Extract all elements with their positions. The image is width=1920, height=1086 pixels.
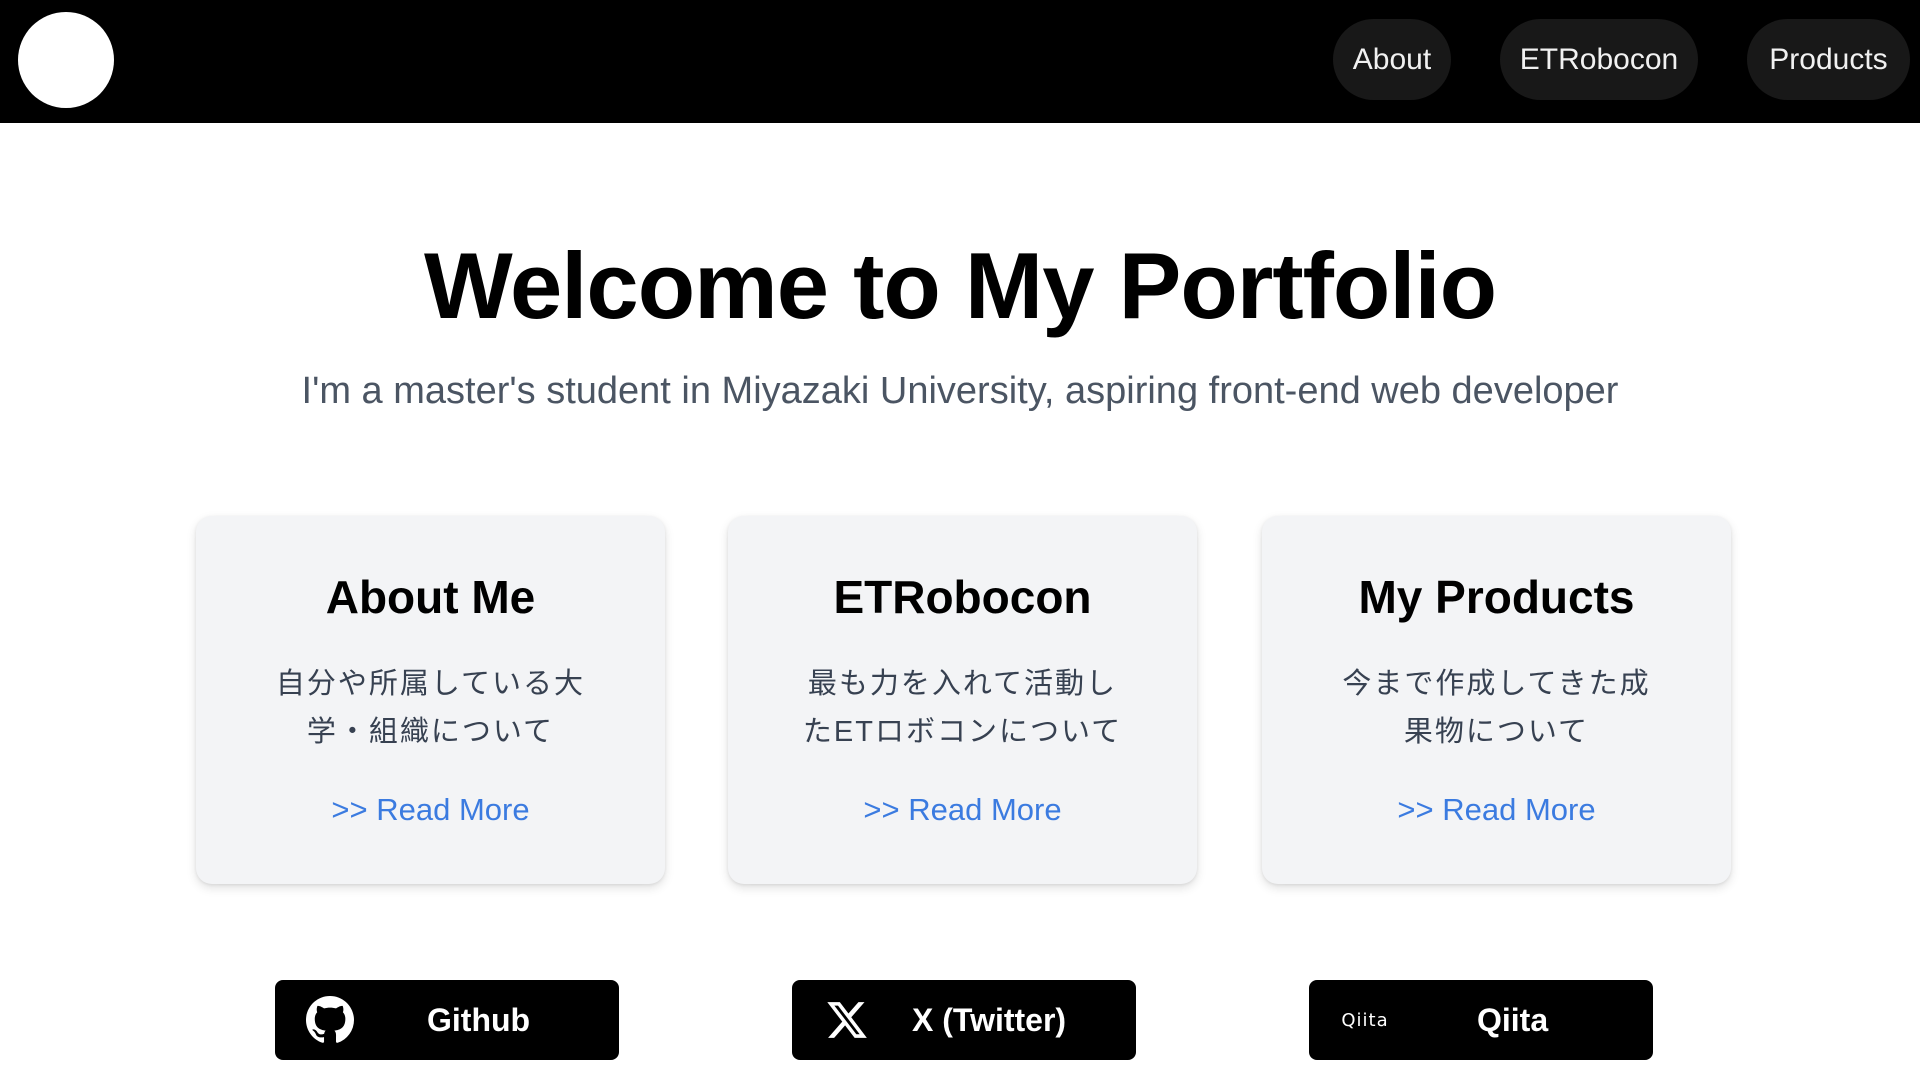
site-header: About ETRobocon Products (0, 0, 1920, 123)
x-twitter-label: X (Twitter) (912, 1002, 1067, 1038)
card-etrobocon: ETRobocon 最も力を入れて活動したETロボコンについて >> Read … (728, 516, 1197, 884)
card-description: 最も力を入れて活動したETロボコンについて (802, 668, 1123, 748)
hero-subtitle: I'm a master's student in Miyazaki Unive… (301, 370, 1619, 412)
read-more-link[interactable]: >> Read More (1262, 792, 1731, 828)
card-my-products: My Products 今まで作成してきた成果物について >> Read Mor… (1262, 516, 1731, 884)
x-icon (822, 996, 872, 1044)
qiita-button[interactable]: Qiita Qiita (1309, 980, 1653, 1060)
card-description: 今まで作成してきた成果物について (1342, 668, 1651, 748)
qiita-label: Qiita (1477, 1002, 1549, 1038)
read-more-link[interactable]: >> Read More (728, 792, 1197, 828)
card-title: My Products (1358, 571, 1635, 623)
card-description: 自分や所属している大学・組織について (275, 668, 586, 748)
x-twitter-button[interactable]: X (Twitter) (792, 980, 1136, 1060)
github-label: Github (427, 1002, 531, 1038)
card-title: ETRobocon (833, 571, 1092, 623)
logo-avatar[interactable] (18, 12, 114, 108)
hero-title: Welcome to My Portfolio (424, 233, 1497, 338)
nav-etrobocon[interactable]: ETRobocon (1500, 19, 1698, 100)
nav-about[interactable]: About (1333, 19, 1451, 100)
qiita-icon: Qiita (1335, 996, 1395, 1044)
nav-products[interactable]: Products (1747, 19, 1910, 100)
qiita-logo-text: Qiita (1341, 1009, 1389, 1031)
card-about-me: About Me 自分や所属している大学・組織について >> Read More (196, 516, 665, 884)
github-icon (305, 996, 355, 1044)
card-title: About Me (325, 571, 536, 623)
github-button[interactable]: Github (275, 980, 619, 1060)
read-more-link[interactable]: >> Read More (196, 792, 665, 828)
